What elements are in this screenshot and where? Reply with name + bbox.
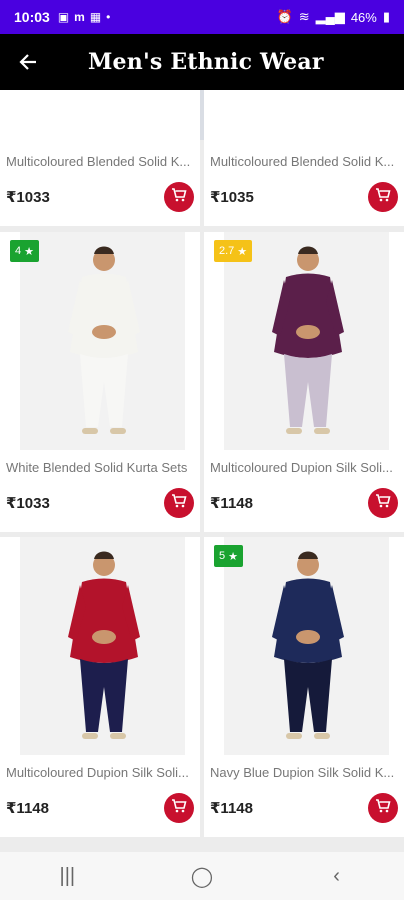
- product-card[interactable]: 2.7 ★ Multicoloured Dupion Silk Soli... ₹11…: [204, 232, 404, 532]
- product-name: White Blended Solid Kurta Sets: [6, 460, 188, 475]
- add-to-cart-button[interactable]: [368, 488, 398, 518]
- battery-percentage: 46%: [350, 9, 377, 25]
- product-price: ₹1148: [210, 495, 253, 512]
- system-nav-bar: ||| ◯ ‹: [0, 852, 404, 900]
- product-name: Multicoloured Dupion Silk Soli...: [210, 460, 393, 475]
- star-icon: ★: [24, 245, 34, 258]
- rating-value: 5: [219, 550, 226, 562]
- add-to-cart-button[interactable]: [164, 793, 194, 823]
- product-list[interactable]: Multicoloured Blended Solid K... ₹1033 Mul…: [0, 90, 404, 852]
- status-time: 10:03: [14, 9, 50, 25]
- back-button[interactable]: ‹: [297, 865, 377, 888]
- mail-icon: m: [74, 10, 85, 24]
- product-image[interactable]: [224, 232, 389, 450]
- product-card[interactable]: Multicoloured Blended Solid K... ₹1035: [204, 90, 404, 226]
- product-image[interactable]: [20, 537, 185, 755]
- cart-icon: [375, 187, 391, 208]
- product-price: ₹1148: [210, 800, 253, 817]
- battery-icon: ▮: [382, 9, 390, 24]
- cart-icon: [171, 187, 187, 208]
- product-card[interactable]: Multicoloured Blended Solid K... ₹1033: [0, 90, 200, 226]
- add-to-cart-button[interactable]: [368, 793, 398, 823]
- rating-badge: 2.7 ★: [214, 240, 253, 262]
- app-bar: Men's Ethnic Wear: [0, 34, 404, 90]
- product-card[interactable]: Multicoloured Dupion Silk Soli... ₹1148: [0, 537, 200, 837]
- status-bar: 10:03 ▣ m ▦ • ⏰ ≋ ▂▄▆ 46% ▮: [0, 0, 404, 34]
- product-image[interactable]: [224, 537, 389, 755]
- product-name: Multicoloured Blended Solid K...: [6, 154, 191, 169]
- star-icon: ★: [237, 245, 248, 258]
- cart-icon: [171, 798, 187, 819]
- product-image[interactable]: [20, 232, 185, 450]
- alarm-icon: ⏰: [276, 9, 293, 24]
- cart-icon: [375, 798, 391, 819]
- product-card[interactable]: 5 ★ Navy Blue Dupion Silk Solid K... ₹1148: [204, 537, 404, 837]
- rating-value: 4: [15, 245, 22, 257]
- cart-icon: [375, 493, 391, 514]
- product-price: ₹1033: [6, 189, 50, 206]
- rating-badge: 4 ★: [10, 240, 39, 262]
- rating-badge: 5 ★: [214, 545, 243, 567]
- product-name: Navy Blue Dupion Silk Solid K...: [210, 765, 395, 780]
- gallery-icon: ▣: [57, 10, 70, 24]
- star-icon: ★: [228, 550, 238, 563]
- product-name: Multicoloured Blended Solid K...: [210, 154, 395, 169]
- product-price: ₹1148: [6, 800, 49, 817]
- notification-icons: ▣ m ▦ •: [58, 10, 111, 24]
- product-price: ₹1033: [6, 495, 50, 512]
- page-title: Men's Ethnic Wear: [88, 49, 324, 75]
- product-card[interactable]: 4 ★ White Blended Solid Kurta Sets ₹1033: [0, 232, 200, 532]
- add-to-cart-button[interactable]: [368, 182, 398, 212]
- dot-icon: •: [106, 10, 111, 24]
- add-to-cart-button[interactable]: [164, 182, 194, 212]
- cart-icon: [171, 493, 187, 514]
- wifi-icon: ≋: [298, 9, 310, 24]
- signal-icon: ▂▄▆: [315, 9, 345, 24]
- product-price: ₹1035: [210, 189, 254, 206]
- product-name: Multicoloured Dupion Silk Soli...: [6, 765, 189, 780]
- system-icons: ⏰ ≋ ▂▄▆ 46% ▮: [277, 9, 391, 25]
- add-to-cart-button[interactable]: [164, 488, 194, 518]
- home-button[interactable]: ◯: [162, 864, 242, 889]
- back-arrow-icon[interactable]: [0, 34, 56, 90]
- app-icon: ▦: [89, 10, 102, 24]
- recent-apps-button[interactable]: |||: [27, 865, 107, 888]
- rating-value: 2.7: [219, 245, 235, 257]
